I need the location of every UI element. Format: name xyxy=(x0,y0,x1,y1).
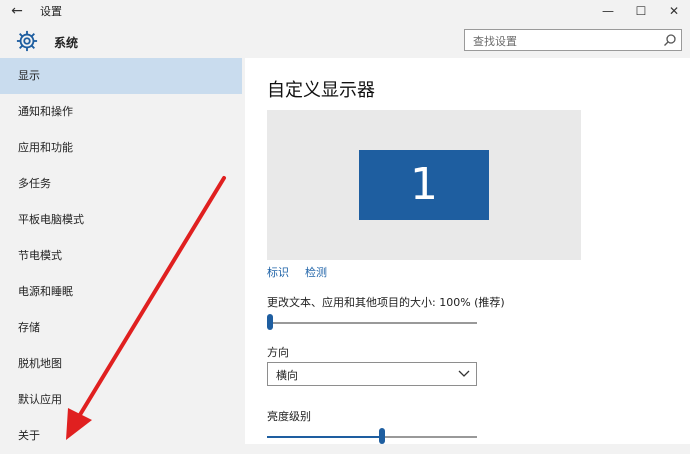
sidebar-item-offline-maps[interactable]: 脱机地图 xyxy=(0,346,242,382)
sidebar-item-apps[interactable]: 应用和功能 xyxy=(0,130,242,166)
brightness-label: 亮度级别 xyxy=(267,410,311,423)
close-icon[interactable]: ✕ xyxy=(658,0,690,22)
sidebar-item-default-apps[interactable]: 默认应用 xyxy=(0,382,242,418)
sidebar-item-storage[interactable]: 存储 xyxy=(0,310,242,346)
maximize-icon[interactable]: ☐ xyxy=(625,0,657,22)
sidebar-item-display[interactable]: 显示 xyxy=(0,58,242,94)
chevron-down-icon xyxy=(458,370,470,377)
sidebar-item-power-sleep[interactable]: 电源和睡眠 xyxy=(0,274,242,310)
gear-icon xyxy=(16,30,38,52)
main-content: 自定义显示器 1 标识 检测 更改文本、应用和其他项目的大小: 100% (推荐… xyxy=(245,58,690,444)
back-arrow-icon[interactable]: ← xyxy=(8,2,26,20)
detect-link[interactable]: 检测 xyxy=(305,264,327,280)
brightness-slider-fill xyxy=(267,436,380,438)
brightness-slider-thumb[interactable] xyxy=(379,428,386,444)
scale-slider-track[interactable] xyxy=(267,322,477,324)
sidebar-item-battery-saver[interactable]: 节电模式 xyxy=(0,238,242,274)
search-input[interactable]: 查找设置 xyxy=(464,29,682,51)
orientation-dropdown[interactable]: 横向 xyxy=(267,362,477,386)
monitor-tile[interactable]: 1 xyxy=(359,150,489,220)
identify-link[interactable]: 标识 xyxy=(267,264,289,280)
window-title: 设置 xyxy=(40,5,62,18)
sidebar-item-about[interactable]: 关于 xyxy=(0,418,242,454)
sidebar-item-tablet-mode[interactable]: 平板电脑模式 xyxy=(0,202,242,238)
scale-slider-thumb[interactable] xyxy=(267,314,273,330)
sidebar-item-notifications[interactable]: 通知和操作 xyxy=(0,94,242,130)
search-icon[interactable] xyxy=(663,33,677,47)
orientation-value: 横向 xyxy=(276,369,298,382)
section-title: 系统 xyxy=(54,36,79,50)
minimize-icon[interactable]: — xyxy=(592,0,624,22)
orientation-label: 方向 xyxy=(267,346,289,359)
page-title: 自定义显示器 xyxy=(267,80,375,101)
sidebar: 显示 通知和操作 应用和功能 多任务 平板电脑模式 节电模式 电源和睡眠 存储 … xyxy=(0,58,242,444)
title-bar: ← 设置 — ☐ ✕ xyxy=(0,0,690,22)
sidebar-item-multitasking[interactable]: 多任务 xyxy=(0,166,242,202)
settings-header: 系统 查找设置 xyxy=(0,22,690,58)
scale-label: 更改文本、应用和其他项目的大小: 100% (推荐) xyxy=(267,296,505,309)
search-placeholder: 查找设置 xyxy=(473,35,517,48)
monitor-arrangement-area: 1 xyxy=(267,110,581,260)
